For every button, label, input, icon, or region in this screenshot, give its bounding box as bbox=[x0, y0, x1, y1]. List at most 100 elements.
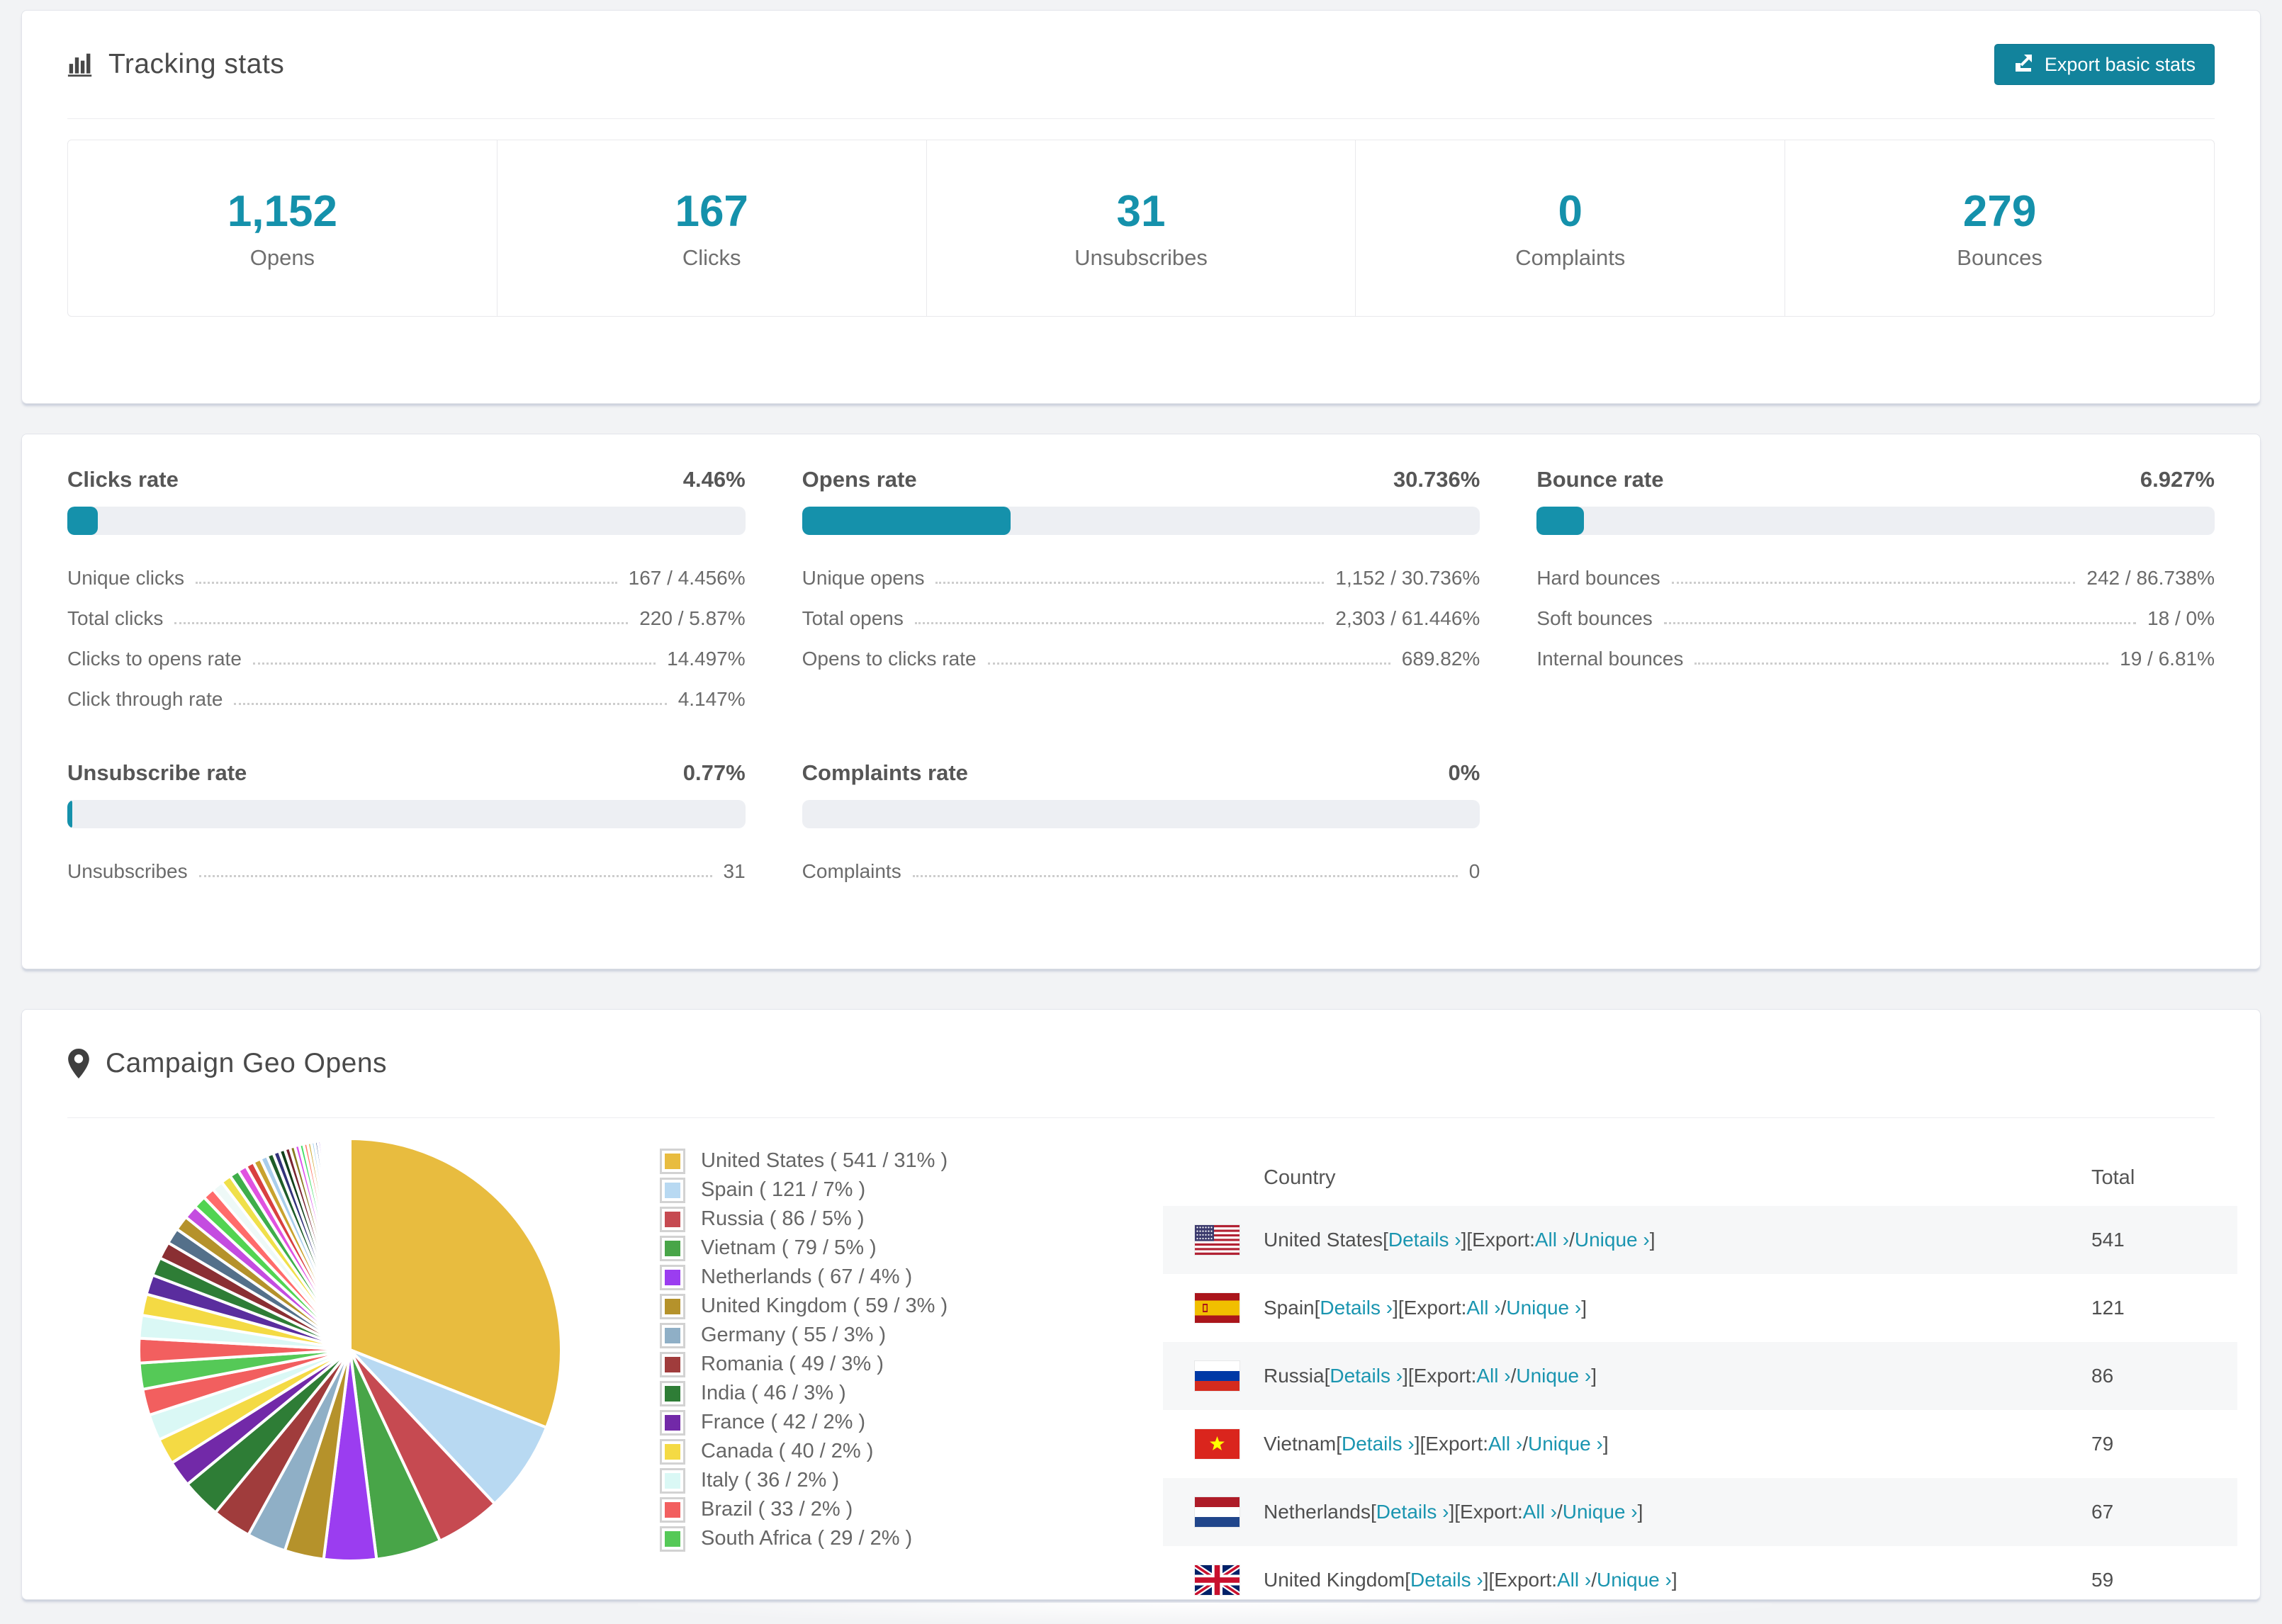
rate-title: Clicks rate bbox=[67, 467, 179, 492]
stat-label: Opens bbox=[249, 244, 315, 270]
legend-item-canada[interactable]: Canada ( 40 / 2% ) bbox=[660, 1437, 948, 1466]
bar-chart-icon bbox=[67, 52, 93, 77]
separator: / bbox=[1522, 1433, 1528, 1455]
detail-label: Unique opens bbox=[802, 567, 925, 589]
country-total: 86 bbox=[2091, 1365, 2114, 1387]
legend-label: Spain ( 121 / 7% ) bbox=[701, 1178, 866, 1201]
bracket: ] bbox=[1393, 1297, 1398, 1319]
detail-label: Unsubscribes bbox=[67, 860, 188, 882]
country-total: 67 bbox=[2091, 1501, 2114, 1523]
legend-item-russia[interactable]: Russia ( 86 / 5% ) bbox=[660, 1205, 948, 1234]
geo-opens-body: United States ( 541 / 31% ) Spain ( 121 /… bbox=[22, 1118, 2260, 1599]
rate-title: Complaints rate bbox=[802, 760, 968, 785]
dotted-leader bbox=[198, 875, 712, 877]
legend-swatch bbox=[660, 1351, 685, 1377]
legend-item-india[interactable]: India ( 46 / 3% ) bbox=[660, 1379, 948, 1408]
country-name: Vietnam bbox=[1264, 1433, 1337, 1455]
country-links-line: Russia [Details ›] [Export: All › / Uniq… bbox=[1264, 1342, 1597, 1410]
legend-item-romania[interactable]: Romania ( 49 / 3% ) bbox=[660, 1350, 948, 1379]
rate-section-clicks-rate: Clicks rate 4.46% Unique clicks 167 / 4.456… bbox=[67, 467, 746, 716]
export-all-link[interactable]: All › bbox=[1476, 1365, 1510, 1387]
details-link[interactable]: Details › bbox=[1410, 1569, 1483, 1591]
legend-item-vietnam[interactable]: Vietnam ( 79 / 5% ) bbox=[660, 1234, 948, 1263]
legend-label: Vietnam ( 79 / 5% ) bbox=[701, 1236, 877, 1259]
export-icon bbox=[2013, 52, 2035, 78]
export-all-link[interactable]: All › bbox=[1523, 1501, 1557, 1523]
export-unique-link[interactable]: Unique › bbox=[1597, 1569, 1672, 1591]
export-unique-link[interactable]: Unique › bbox=[1528, 1433, 1603, 1455]
rate-detail-rows: Unique clicks 167 / 4.456% Total clicks 220… bbox=[67, 555, 746, 716]
legend-item-brazil[interactable]: Brazil ( 33 / 2% ) bbox=[660, 1495, 948, 1524]
legend-swatch bbox=[660, 1380, 685, 1406]
rate-header: Complaints rate 0% bbox=[802, 760, 1480, 786]
rates-card: Clicks rate 4.46% Unique clicks 167 / 4.456… bbox=[21, 434, 2261, 969]
legend-item-netherlands[interactable]: Netherlands ( 67 / 4% ) bbox=[660, 1263, 948, 1292]
bracket: ] bbox=[1591, 1365, 1597, 1387]
legend-label: South Africa ( 29 / 2% ) bbox=[701, 1527, 913, 1550]
country-name: United States bbox=[1264, 1229, 1383, 1251]
rate-progress-bar bbox=[1536, 507, 2215, 535]
legend-item-spain[interactable]: Spain ( 121 / 7% ) bbox=[660, 1175, 948, 1205]
legend-label: Netherlands ( 67 / 4% ) bbox=[701, 1265, 913, 1288]
us-flag-icon bbox=[1195, 1225, 1240, 1255]
geo-opens-pie-chart[interactable] bbox=[135, 1135, 565, 1564]
rate-progress-bar bbox=[802, 800, 1480, 828]
legend-item-united-states[interactable]: United States ( 541 / 31% ) bbox=[660, 1146, 948, 1175]
country-links-line: Netherlands [Details ›] [Export: All › /… bbox=[1264, 1478, 1643, 1546]
detail-value: 4.147% bbox=[678, 688, 746, 710]
bracket: [ bbox=[1314, 1297, 1320, 1319]
detail-label: Click through rate bbox=[67, 688, 223, 710]
detail-value: 14.497% bbox=[667, 648, 746, 670]
details-link[interactable]: Details › bbox=[1342, 1433, 1415, 1455]
details-link[interactable]: Details › bbox=[1320, 1297, 1393, 1319]
rate-detail-row: Soft bounces 18 / 0% bbox=[1536, 595, 2215, 636]
legend-item-united-kingdom[interactable]: United Kingdom ( 59 / 3% ) bbox=[660, 1292, 948, 1321]
map-pin-icon bbox=[67, 1049, 90, 1078]
country-links-line: United States [Details ›] [Export: All ›… bbox=[1264, 1206, 1656, 1274]
legend-swatch bbox=[660, 1322, 685, 1348]
export-unique-link[interactable]: Unique › bbox=[1563, 1501, 1638, 1523]
pie-slice-other[interactable] bbox=[347, 1137, 352, 1351]
dotted-leader bbox=[252, 662, 656, 665]
export-unique-link[interactable]: Unique › bbox=[1506, 1297, 1581, 1319]
detail-label: Total opens bbox=[802, 607, 904, 629]
export-all-link[interactable]: All › bbox=[1466, 1297, 1500, 1319]
rate-detail-row: Opens to clicks rate 689.82% bbox=[802, 636, 1480, 676]
detail-value: 19 / 6.81% bbox=[2120, 648, 2215, 670]
gb-flag-icon bbox=[1195, 1565, 1240, 1595]
bracket: [Export: bbox=[1466, 1229, 1535, 1251]
dotted-leader bbox=[1663, 622, 2137, 624]
legend-item-germany[interactable]: Germany ( 55 / 3% ) bbox=[660, 1321, 948, 1350]
rate-detail-rows: Unique opens 1,152 / 30.736% Total opens 2,… bbox=[802, 555, 1480, 676]
export-all-link[interactable]: All › bbox=[1557, 1569, 1591, 1591]
export-all-link[interactable]: All › bbox=[1535, 1229, 1569, 1251]
legend-label: Romania ( 49 / 3% ) bbox=[701, 1353, 884, 1375]
legend-item-italy[interactable]: Italy ( 36 / 2% ) bbox=[660, 1466, 948, 1495]
geo-country-table: Country Total United States [Details ›] [E… bbox=[1163, 1154, 2237, 1599]
bracket: [ bbox=[1405, 1569, 1411, 1591]
geo-table-header-total: Total bbox=[2091, 1166, 2135, 1189]
legend-item-france[interactable]: France ( 42 / 2% ) bbox=[660, 1408, 948, 1437]
stat-box-opens: 1,152 Opens bbox=[67, 140, 498, 317]
header-divider bbox=[67, 118, 2215, 119]
details-link[interactable]: Details › bbox=[1376, 1501, 1449, 1523]
export-unique-link[interactable]: Unique › bbox=[1575, 1229, 1650, 1251]
legend-swatch bbox=[660, 1467, 685, 1494]
export-unique-link[interactable]: Unique › bbox=[1516, 1365, 1591, 1387]
export-basic-stats-button[interactable]: Export basic stats bbox=[1994, 44, 2215, 85]
export-all-link[interactable]: All › bbox=[1488, 1433, 1522, 1455]
legend-item-south-africa[interactable]: South Africa ( 29 / 2% ) bbox=[660, 1524, 948, 1553]
separator: / bbox=[1569, 1229, 1575, 1251]
rates-grid: Clicks rate 4.46% Unique clicks 167 / 4.456… bbox=[22, 434, 2260, 889]
stat-value: 31 bbox=[1116, 186, 1166, 236]
bracket: [Export: bbox=[1398, 1297, 1467, 1319]
bracket: [Export: bbox=[1488, 1569, 1557, 1591]
rate-detail-row: Unique clicks 167 / 4.456% bbox=[67, 555, 746, 595]
rate-detail-row: Total clicks 220 / 5.87% bbox=[67, 595, 746, 636]
details-link[interactable]: Details › bbox=[1330, 1365, 1403, 1387]
detail-value: 31 bbox=[723, 860, 746, 882]
country-name: Russia bbox=[1264, 1365, 1325, 1387]
details-link[interactable]: Details › bbox=[1388, 1229, 1461, 1251]
tracking-stats-header: Tracking stats Export basic stats bbox=[22, 11, 2260, 118]
legend-swatch bbox=[660, 1177, 685, 1203]
